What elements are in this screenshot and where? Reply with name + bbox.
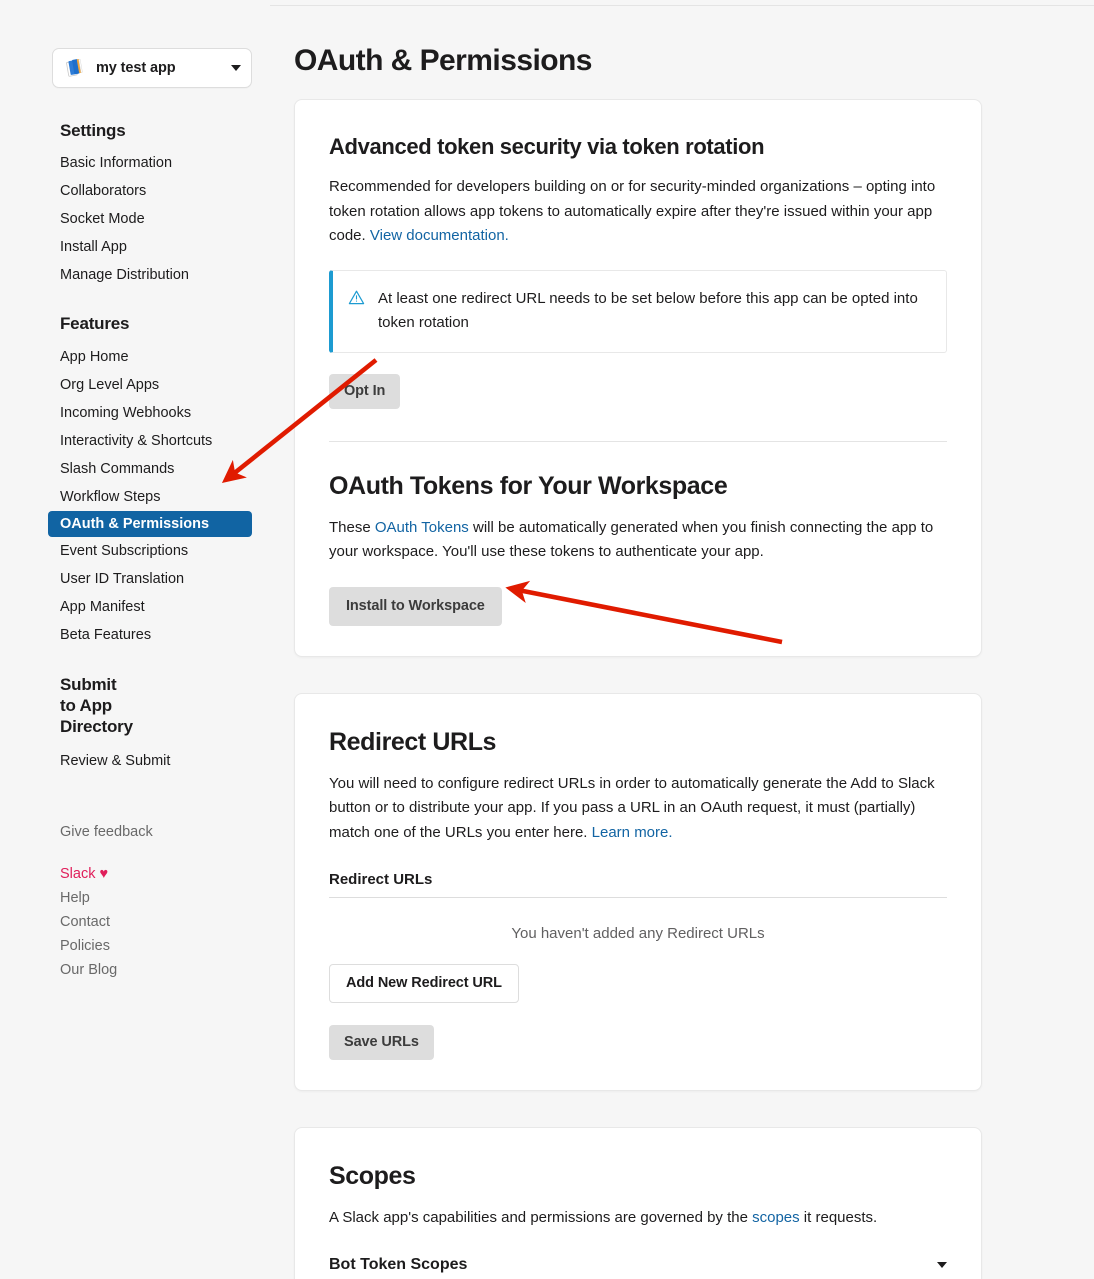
sidebar-item-slash-commands[interactable]: Slash Commands — [0, 455, 270, 483]
sidebar-item-incoming-webhooks[interactable]: Incoming Webhooks — [0, 399, 270, 427]
sidebar-item-org-level-apps[interactable]: Org Level Apps — [0, 371, 270, 399]
sidebar-item-install-app[interactable]: Install App — [0, 233, 270, 261]
app-selector-label: my test app — [96, 60, 176, 76]
sidebar-item-oauth-permissions[interactable]: OAuth & Permissions — [48, 510, 252, 537]
redirect-urls-empty-state: You haven't added any Redirect URLs — [511, 925, 765, 942]
nav-group-title-submit-to-app-directory: Submit to App Directory — [60, 674, 133, 737]
sidebar-item-basic-information[interactable]: Basic Information — [0, 149, 270, 177]
app-book-icon — [65, 57, 87, 79]
scopes-body-post: it requests. — [799, 1209, 878, 1226]
nav-group-title-settings: Settings — [60, 121, 126, 140]
sidebar-item-app-home[interactable]: App Home — [0, 343, 270, 371]
warning-triangle-icon — [348, 289, 365, 311]
sidebar-item-beta-features[interactable]: Beta Features — [0, 621, 270, 649]
sidebar-item-review-submit[interactable]: Review & Submit — [0, 747, 270, 775]
card-token-security: Advanced token security via token rotati… — [294, 99, 982, 657]
view-documentation-link[interactable]: View documentation. — [370, 227, 509, 244]
add-new-redirect-url-button[interactable]: Add New Redirect URL — [329, 964, 519, 1003]
install-to-workspace-button[interactable]: Install to Workspace — [329, 586, 502, 626]
section-title-oauth-tokens: OAuth Tokens for Your Workspace — [329, 471, 728, 500]
scopes-link[interactable]: scopes — [752, 1209, 800, 1226]
sidebar-item-socket-mode[interactable]: Socket Mode — [0, 205, 270, 233]
bot-token-scopes-title: Bot Token Scopes — [329, 1255, 468, 1273]
redirect-urls-description: You will need to configure redirect URLs… — [329, 772, 947, 846]
token-rotation-description: Recommended for developers building on o… — [329, 175, 947, 249]
oauth-tokens-body-pre: These — [329, 518, 375, 536]
oauth-tokens-description: These OAuth Tokens will be automatically… — [329, 516, 947, 565]
save-urls-button[interactable]: Save URLs — [329, 1025, 434, 1060]
chevron-down-icon — [231, 65, 241, 71]
redirect-url-required-alert: At least one redirect URL needs to be se… — [329, 269, 947, 353]
app-page: my test app Settings Basic Information C… — [0, 0, 1094, 1279]
learn-more-link[interactable]: Learn more. — [592, 824, 673, 841]
section-title-scopes: Scopes — [329, 1162, 416, 1190]
sidebar-item-collaborators[interactable]: Collaborators — [0, 177, 270, 205]
contact-link[interactable]: Contact — [60, 910, 270, 934]
section-title-redirect-urls: Redirect URLs — [329, 727, 497, 756]
redirect-urls-sub-label: Redirect URLs — [329, 871, 433, 888]
sidebar: my test app Settings Basic Information C… — [0, 0, 270, 1279]
chevron-down-icon[interactable] — [937, 1261, 947, 1268]
scopes-body-pre: A Slack app's capabilities and permissio… — [329, 1209, 753, 1226]
section-title-token-rotation: Advanced token security via token rotati… — [329, 134, 765, 159]
app-selector-dropdown[interactable]: my test app — [52, 48, 252, 88]
card-redirect-urls: Redirect URLs You will need to configure… — [294, 692, 982, 1091]
scopes-description: A Slack app's capabilities and permissio… — [329, 1206, 947, 1231]
page-title: OAuth & Permissions — [294, 44, 593, 77]
bot-token-scopes-header[interactable]: Bot Token Scopes — [329, 1256, 947, 1274]
help-link[interactable]: Help — [60, 886, 270, 910]
policies-link[interactable]: Policies — [60, 934, 270, 958]
give-feedback-link[interactable]: Give feedback — [60, 820, 270, 844]
main-content: OAuth & Permissions Advanced token secur… — [270, 0, 1094, 1279]
nav-group-title-features: Features — [60, 314, 130, 334]
card-scopes: Scopes A Slack app's capabilities and pe… — [294, 1127, 982, 1279]
sidebar-footer: Give feedback Slack ♥ Help Contact Polic… — [0, 820, 270, 982]
slack-heart-link[interactable]: Slack ♥ — [60, 862, 270, 886]
section-divider — [329, 440, 947, 442]
sidebar-item-user-id-translation[interactable]: User ID Translation — [0, 565, 270, 593]
sidebar-item-event-subscriptions[interactable]: Event Subscriptions — [0, 537, 270, 565]
alert-message: At least one redirect URL needs to be se… — [378, 289, 918, 331]
sidebar-item-interactivity-shortcuts[interactable]: Interactivity & Shortcuts — [0, 427, 270, 455]
our-blog-link[interactable]: Our Blog — [60, 958, 270, 982]
sidebar-item-manage-distribution[interactable]: Manage Distribution — [0, 261, 270, 289]
oauth-tokens-link[interactable]: OAuth Tokens — [375, 519, 469, 536]
opt-in-button[interactable]: Opt In — [329, 373, 401, 409]
sidebar-item-app-manifest[interactable]: App Manifest — [0, 593, 270, 621]
sidebar-item-workflow-steps[interactable]: Workflow Steps — [0, 483, 270, 511]
